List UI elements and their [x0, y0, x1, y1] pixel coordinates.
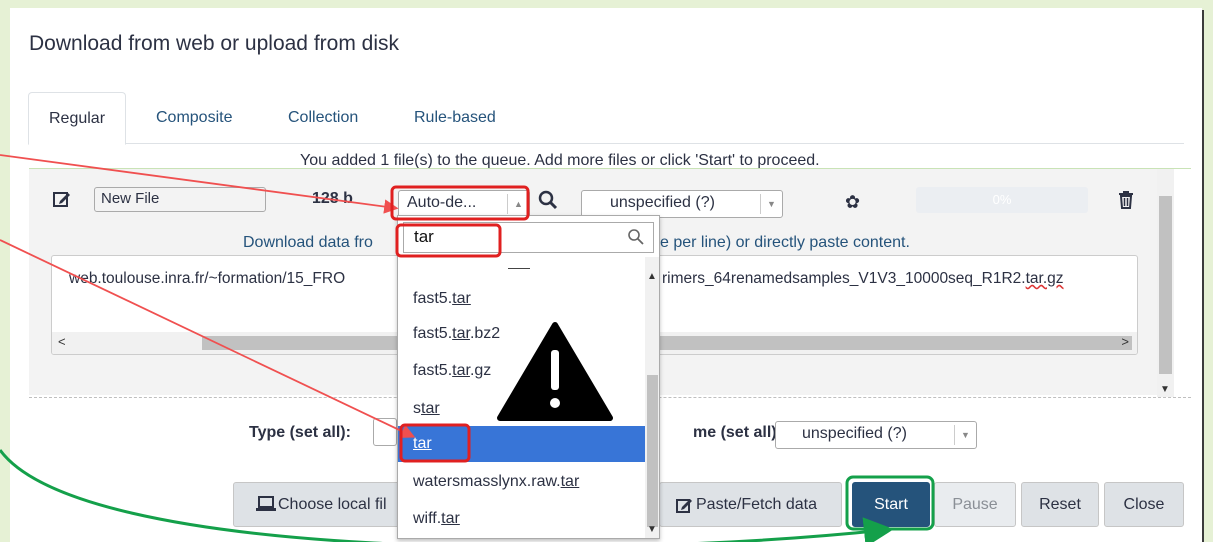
chevron-up-icon[interactable]: ▲	[647, 271, 657, 282]
option-match: tar	[452, 290, 471, 307]
reset-button[interactable]: Reset	[1021, 482, 1099, 527]
file-size: 128 b	[312, 190, 353, 207]
chevron-down-icon: ▼	[954, 425, 976, 445]
chevron-up-icon: ▲	[507, 194, 529, 214]
dropdown-option[interactable]: fast5.tar.gz	[398, 353, 645, 389]
genome-select-value: unspecified (?)	[610, 194, 715, 211]
pencil-square-icon	[676, 499, 692, 513]
option-suffix: .gz	[469, 362, 492, 379]
option-match: tar	[560, 473, 580, 490]
tab-rule-based[interactable]: Rule-based	[394, 92, 516, 144]
type-set-all-select[interactable]	[373, 418, 397, 446]
list-separator	[508, 268, 530, 269]
url-text-ext: tar.gz	[1025, 270, 1064, 287]
gear-icon[interactable]: ✿	[845, 192, 860, 213]
type-set-all-label: Type (set all):	[249, 424, 351, 441]
dropdown-option[interactable]: watersmasslynx.raw.tar	[398, 464, 645, 500]
search-icon	[628, 229, 644, 245]
download-hint-left: Download data fro	[243, 234, 373, 251]
option-prefix: watersmasslynx.raw.	[413, 473, 561, 490]
progress-bar: 0%	[916, 187, 1088, 213]
download-hint-right: e per line) or directly paste content.	[660, 234, 910, 251]
type-select-value: Auto-de...	[407, 194, 477, 211]
option-prefix: fast5.	[413, 362, 453, 379]
dropdown-option[interactable]: fast5.tar	[398, 281, 645, 317]
option-prefix: fast5.	[413, 325, 453, 342]
pause-button[interactable]: Pause	[934, 482, 1016, 527]
paste-fetch-button[interactable]: Paste/Fetch data	[659, 482, 842, 527]
url-text-right: rimers_64renamedsamples_V1V3_10000seq_R1…	[662, 270, 1064, 288]
search-icon[interactable]	[538, 190, 558, 210]
dropdown-scrollbar[interactable]: ▲ ▼	[645, 257, 659, 538]
type-dropdown: tar fast5.tar fast5.tar.bz2 fast5.tar.gz…	[397, 215, 660, 539]
paste-fetch-label: Paste/Fetch data	[696, 496, 817, 513]
tab-collection[interactable]: Collection	[268, 92, 378, 144]
tab-composite[interactable]: Composite	[136, 92, 252, 144]
chevron-right-icon[interactable]: >	[1121, 334, 1129, 349]
vertical-scrollbar[interactable]: ▼	[1157, 169, 1174, 397]
option-suffix: .bz2	[469, 325, 501, 342]
option-prefix: wiff.	[413, 510, 442, 527]
edit-icon[interactable]	[53, 190, 71, 208]
window-border	[1202, 10, 1204, 542]
choose-local-files-button[interactable]: Choose local fil	[233, 482, 403, 527]
option-match: tar	[421, 400, 440, 417]
chevron-left-icon[interactable]: <	[58, 334, 66, 349]
url-text-right-plain: rimers_64renamedsamples_V1V3_10000seq_R1…	[662, 270, 1026, 287]
option-match: tar	[452, 325, 470, 342]
dropdown-search-input[interactable]: tar	[403, 222, 654, 253]
scrollbar-thumb[interactable]	[202, 336, 1132, 350]
scrollbar-thumb[interactable]	[1159, 196, 1172, 374]
chevron-down-icon: ▼	[760, 194, 782, 214]
tab-regular[interactable]: Regular	[28, 92, 127, 145]
option-match: tar	[413, 435, 432, 452]
laptop-icon	[256, 496, 276, 511]
close-button[interactable]: Close	[1104, 482, 1184, 527]
trash-icon[interactable]	[1118, 191, 1134, 209]
type-select[interactable]: Auto-de... ▲	[398, 190, 530, 218]
dropdown-option[interactable]: fast5.tar.bz2	[398, 316, 645, 352]
dropdown-option-selected[interactable]: tar	[398, 426, 645, 462]
dropdown-option[interactable]: star	[398, 391, 645, 427]
tab-bar: Regular Composite Collection Rule-based	[28, 92, 1184, 145]
chevron-down-icon[interactable]: ▼	[1160, 384, 1170, 395]
genome-set-all-select[interactable]: unspecified (?) ▼	[775, 421, 977, 449]
start-button[interactable]: Start	[852, 482, 930, 527]
option-match: tar	[452, 362, 470, 379]
option-match: tar	[441, 510, 460, 527]
chevron-down-icon[interactable]: ▼	[647, 524, 657, 535]
option-prefix: fast5.	[413, 290, 453, 307]
scrollbar-thumb[interactable]	[647, 375, 658, 527]
dialog-title: Download from web or upload from disk	[29, 32, 400, 55]
genome-set-all-value: unspecified (?)	[802, 425, 907, 442]
genome-select[interactable]: unspecified (?) ▼	[581, 190, 783, 218]
url-text-left: web.toulouse.inra.fr/~formation/15_FRO	[69, 270, 346, 287]
dropdown-option[interactable]: wiff.tar	[398, 501, 645, 537]
genome-set-all-label: me (set all):	[693, 424, 782, 441]
choose-local-files-label: Choose local fil	[278, 496, 387, 513]
option-prefix: s	[413, 400, 421, 417]
filename-input[interactable]: New File	[94, 187, 266, 212]
